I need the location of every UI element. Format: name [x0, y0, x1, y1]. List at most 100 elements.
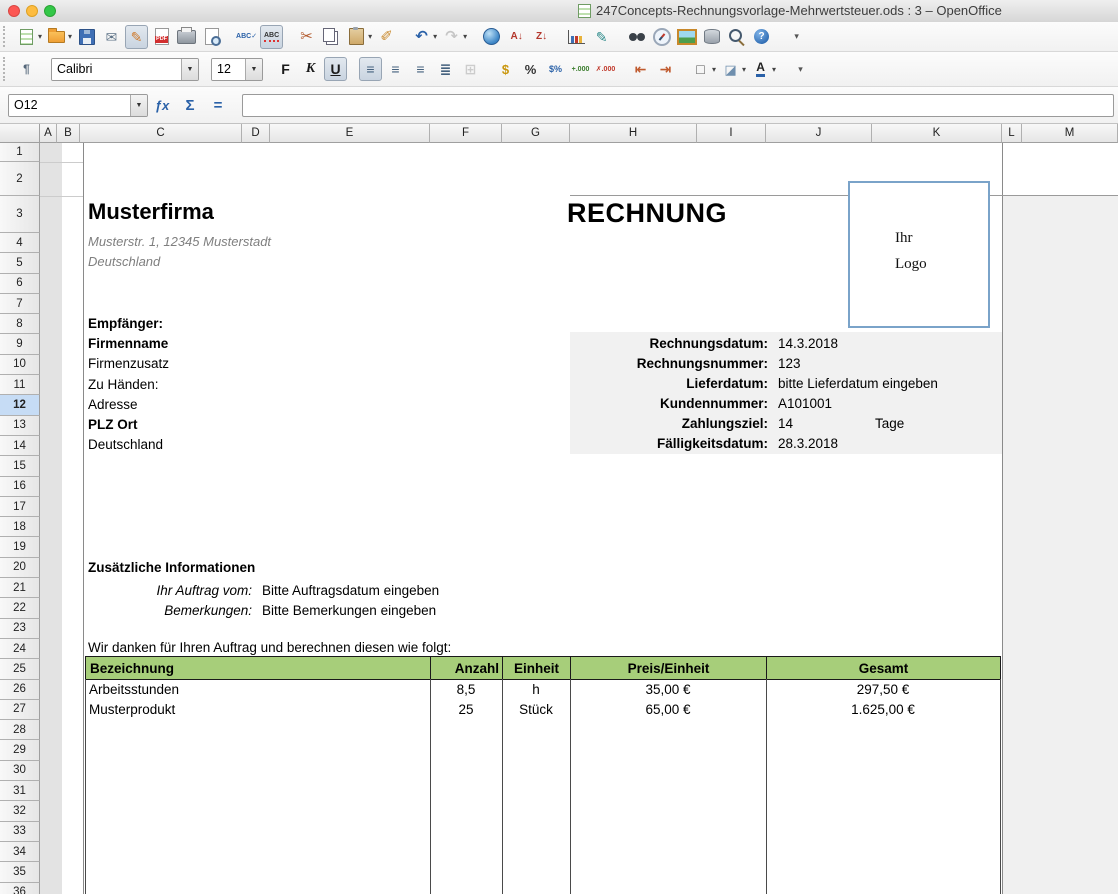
- font-name-dropdown[interactable]: ▼: [181, 59, 198, 80]
- toolbar-more-button[interactable]: ▾: [785, 25, 808, 49]
- toolbar-grip[interactable]: [3, 26, 12, 46]
- export-pdf-button[interactable]: PDF: [150, 25, 173, 49]
- recipient-line[interactable]: Adresse: [88, 394, 169, 414]
- column-header-E[interactable]: E: [270, 124, 430, 143]
- row-header-21[interactable]: 21: [0, 578, 40, 598]
- table-cell[interactable]: 8,5: [430, 679, 502, 699]
- new-document-dropdown[interactable]: ▾: [38, 32, 42, 41]
- recipient-line[interactable]: Deutschland: [88, 435, 169, 455]
- row-header-22[interactable]: 22: [0, 598, 40, 618]
- background-color-button[interactable]: ◪: [719, 57, 742, 81]
- column-header-F[interactable]: F: [430, 124, 502, 143]
- row-header-34[interactable]: 34: [0, 842, 40, 862]
- table-cell[interactable]: 1.625,00 €: [766, 699, 1000, 719]
- edit-file-button[interactable]: ✎: [125, 25, 148, 49]
- row-header-2[interactable]: 2: [0, 162, 40, 196]
- logo-placeholder[interactable]: Ihr Logo: [848, 181, 990, 328]
- column-header-L[interactable]: L: [1002, 124, 1022, 143]
- row-header-24[interactable]: 24: [0, 639, 40, 659]
- row-header-33[interactable]: 33: [0, 822, 40, 842]
- percent-button[interactable]: %: [519, 57, 542, 81]
- intro-line[interactable]: Wir danken für Ihren Auftrag und berechn…: [88, 640, 451, 655]
- table-cell[interactable]: Musterprodukt: [85, 699, 430, 719]
- meta-value[interactable]: 14: [778, 416, 793, 431]
- meta-value[interactable]: 28.3.2018: [778, 436, 838, 451]
- table-header-cell[interactable]: Preis/Einheit: [571, 657, 767, 679]
- help-button[interactable]: ?: [750, 25, 773, 49]
- recipient-line[interactable]: Zu Händen:: [88, 374, 169, 394]
- font-name-combo[interactable]: ▼: [51, 58, 199, 81]
- underline-button[interactable]: U: [324, 57, 347, 81]
- row-header-5[interactable]: 5: [0, 253, 40, 273]
- row-header-27[interactable]: 27: [0, 700, 40, 720]
- row-header-35[interactable]: 35: [0, 862, 40, 882]
- meta-value[interactable]: A101001: [778, 396, 832, 411]
- column-header-I[interactable]: I: [697, 124, 766, 143]
- meta-label[interactable]: Rechnungsnummer:: [570, 356, 768, 371]
- redo-dropdown[interactable]: ▾: [463, 32, 467, 41]
- function-wizard-button[interactable]: ƒx: [150, 93, 174, 117]
- row-header-25[interactable]: 25: [0, 659, 40, 679]
- row-header-32[interactable]: 32: [0, 801, 40, 821]
- row-header-30[interactable]: 30: [0, 761, 40, 781]
- zoom-button[interactable]: [725, 25, 748, 49]
- row-header-12[interactable]: 12: [0, 395, 40, 415]
- meta-value[interactable]: 14.3.2018: [778, 336, 838, 351]
- meta-label[interactable]: Kundennummer:: [570, 396, 768, 411]
- column-header-B[interactable]: B: [57, 124, 80, 143]
- sum-button[interactable]: Σ: [178, 93, 202, 117]
- italic-button[interactable]: K: [299, 57, 322, 81]
- recipient-line[interactable]: PLZ Ort: [88, 414, 169, 434]
- row-header-17[interactable]: 17: [0, 497, 40, 517]
- row-header-4[interactable]: 4: [0, 233, 40, 253]
- row-header-23[interactable]: 23: [0, 619, 40, 639]
- formula-input[interactable]: [242, 94, 1114, 117]
- align-justify-button[interactable]: ≣: [434, 57, 457, 81]
- meta-label[interactable]: Zahlungsziel:: [570, 416, 768, 431]
- invoice-title[interactable]: RECHNUNG: [567, 198, 727, 229]
- row-header-1[interactable]: 1: [0, 143, 40, 162]
- meta-label[interactable]: Rechnungsdatum:: [570, 336, 768, 351]
- row-header-26[interactable]: 26: [0, 680, 40, 700]
- function-button[interactable]: =: [206, 93, 230, 117]
- chart-button[interactable]: [565, 25, 588, 49]
- row-header-8[interactable]: 8: [0, 314, 40, 334]
- styles-button[interactable]: ¶: [15, 57, 38, 81]
- print-button[interactable]: [175, 25, 198, 49]
- row-header-19[interactable]: 19: [0, 537, 40, 557]
- page-preview-button[interactable]: [200, 25, 223, 49]
- find-replace-button[interactable]: [625, 25, 648, 49]
- new-document-button[interactable]: [15, 25, 38, 49]
- gallery-button[interactable]: [675, 25, 698, 49]
- row-header-6[interactable]: 6: [0, 274, 40, 294]
- select-all-corner[interactable]: [0, 124, 40, 143]
- delete-decimal-button[interactable]: ✗.000: [594, 57, 617, 81]
- column-header-J[interactable]: J: [766, 124, 872, 143]
- column-header-A[interactable]: A: [40, 124, 57, 143]
- align-center-button[interactable]: ≡: [384, 57, 407, 81]
- navigator-button[interactable]: [650, 25, 673, 49]
- open-document-dropdown[interactable]: ▾: [68, 32, 72, 41]
- row-header-16[interactable]: 16: [0, 477, 40, 497]
- sheet-canvas[interactable]: Musterfirma Musterstr. 1, 12345 Musterst…: [40, 143, 1118, 894]
- name-box-dropdown[interactable]: ▼: [130, 95, 147, 116]
- row-header-7[interactable]: 7: [0, 294, 40, 314]
- additional-info-heading[interactable]: Zusätzliche Informationen: [88, 560, 255, 575]
- sort-ascending-button[interactable]: A↓: [505, 25, 528, 49]
- row-header-28[interactable]: 28: [0, 720, 40, 740]
- undo-button[interactable]: ↶: [410, 25, 433, 49]
- recipient-line[interactable]: Firmenname: [88, 333, 169, 353]
- hyperlink-button[interactable]: [480, 25, 503, 49]
- autospellcheck-button[interactable]: ABC: [260, 25, 283, 49]
- row-header-15[interactable]: 15: [0, 456, 40, 476]
- meta-suffix[interactable]: Tage: [875, 416, 904, 431]
- save-button[interactable]: [75, 25, 98, 49]
- bold-button[interactable]: F: [274, 57, 297, 81]
- minimize-button[interactable]: [26, 5, 38, 17]
- email-button[interactable]: ✉: [100, 25, 123, 49]
- maximize-button[interactable]: [44, 5, 56, 17]
- row-header-10[interactable]: 10: [0, 355, 40, 375]
- table-header-cell[interactable]: Bezeichnung: [86, 657, 431, 679]
- datasource-button[interactable]: [700, 25, 723, 49]
- column-header-G[interactable]: G: [502, 124, 570, 143]
